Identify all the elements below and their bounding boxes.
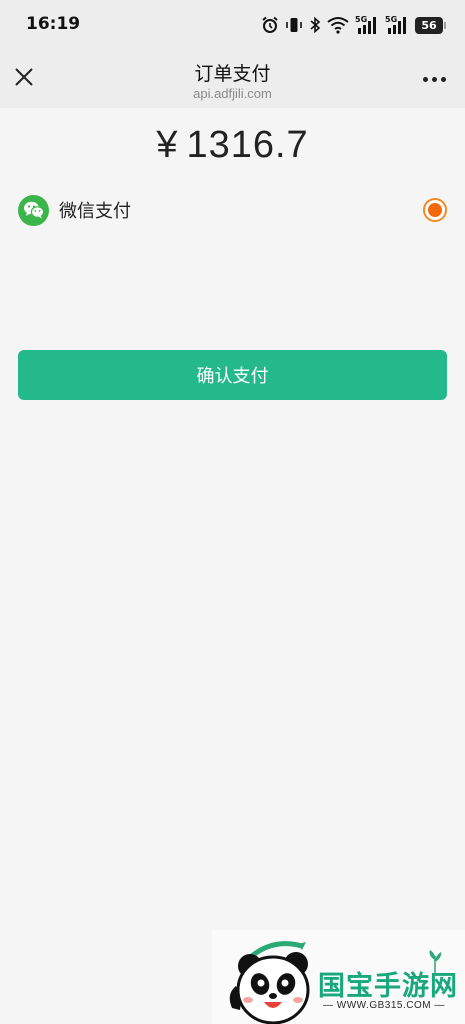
payment-method-label: 微信支付	[59, 201, 131, 222]
radio-selected-dot	[428, 203, 442, 217]
watermark: 国宝手游网 — WWW.GB315.COM —	[212, 930, 465, 1024]
status-time: 16:19	[26, 14, 81, 34]
status-bar: 16:19 5G 5G 56	[0, 0, 465, 50]
confirm-pay-button[interactable]: 确认支付	[18, 350, 447, 400]
more-icon	[422, 76, 428, 82]
bluetooth-icon	[310, 16, 321, 34]
panda-logo-icon	[229, 941, 310, 1024]
watermark-url: — WWW.GB315.COM —	[323, 1000, 445, 1011]
watermark-brand: 国宝手游网	[318, 971, 458, 1002]
wechat-icon	[18, 194, 49, 226]
payment-amount: ¥1316.7	[0, 124, 465, 167]
more-button[interactable]	[417, 68, 451, 90]
payment-method-wechat[interactable]: 微信支付	[18, 193, 448, 227]
vibrate-icon	[286, 18, 302, 32]
nav-bar: 订单支付 api.adfjili.com	[0, 50, 465, 108]
page-title: 订单支付	[194, 63, 271, 85]
svg-text:5G: 5G	[355, 15, 367, 24]
wifi-icon	[327, 17, 349, 34]
more-icon	[440, 76, 446, 82]
more-icon	[431, 76, 437, 82]
page-url: api.adfjili.com	[193, 86, 272, 101]
signal-icon: 5G	[385, 15, 406, 34]
svg-text:5G: 5G	[385, 15, 397, 24]
payment-method-radio[interactable]	[423, 198, 447, 222]
status-icons: 5G 5G 56	[261, 14, 446, 36]
battery-icon: 56	[415, 16, 446, 34]
alarm-icon	[262, 16, 278, 33]
signal-icon: 5G	[355, 15, 376, 34]
amount-value: 1316.7	[186, 124, 309, 166]
currency-symbol: ¥	[156, 124, 179, 166]
